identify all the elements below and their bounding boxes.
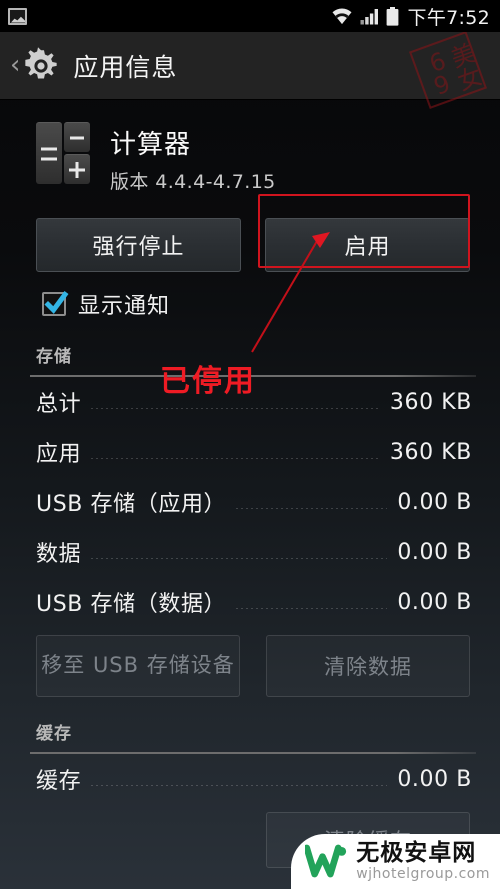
row-dots <box>91 558 388 559</box>
watermark-domain: wjhotelgroup.com <box>356 866 490 882</box>
watermark-text-block: 无极安卓网 wjhotelgroup.com <box>356 841 490 882</box>
calc-equals-key <box>36 122 62 184</box>
checkmark-icon <box>44 291 69 314</box>
page-title: 应用信息 <box>73 52 178 82</box>
app-action-buttons: 强行停止 启用 <box>0 194 500 272</box>
move-to-usb-button[interactable]: 移至 USB 存储设备 <box>36 635 240 697</box>
image-icon <box>8 7 27 25</box>
settings-gear-icon <box>21 46 61 86</box>
cache-section-title: 缓存 <box>36 724 72 744</box>
row-label: USB 存储（数据） <box>36 592 227 617</box>
back-chevron-icon[interactable]: ‹ <box>10 52 20 78</box>
action-bar[interactable]: ‹ 应用信息 6 9 美 女 <box>0 30 500 110</box>
row-value: 0.00 B <box>397 766 472 792</box>
table-row: 应用 360 KB <box>30 427 476 477</box>
app-meta: 计算器 版本 4.4.4-4.7.15 <box>110 122 276 194</box>
site-watermark: 无极安卓网 wjhotelgroup.com <box>291 833 500 889</box>
show-notifications-label: 显示通知 <box>78 294 171 319</box>
force-stop-button[interactable]: 强行停止 <box>36 218 241 272</box>
row-dots <box>236 608 388 609</box>
row-dots <box>236 508 388 509</box>
storage-section-title: 存储 <box>36 347 72 367</box>
storage-buttons: 移至 USB 存储设备 清除数据 <box>30 627 476 697</box>
svg-text:女: 女 <box>454 62 486 96</box>
row-label: 应用 <box>36 442 82 467</box>
calculator-icon <box>36 122 90 184</box>
calc-plus-key <box>64 154 90 184</box>
row-value: 0.00 B <box>397 589 472 615</box>
svg-text:美: 美 <box>447 39 479 73</box>
row-value: 360 KB <box>389 389 472 415</box>
cellular-signal-icon <box>360 9 378 25</box>
table-row: 总计 360 KB <box>30 377 476 427</box>
row-dots <box>91 408 380 409</box>
row-value: 360 KB <box>389 439 472 465</box>
wjhotelgroup-logo-icon <box>305 845 347 878</box>
table-row: USB 存储（应用） 0.00 B <box>30 477 476 527</box>
app-version: 版本 4.4.4-4.7.15 <box>110 171 276 193</box>
show-notifications-checkbox[interactable] <box>42 291 69 316</box>
table-row: 缓存 0.00 B <box>30 754 476 804</box>
phone-screen: 下午7:52 ‹ 应用信息 6 9 美 女 计算器 版本 4.4.4-4.7.1… <box>0 0 500 889</box>
app-header: 计算器 版本 4.4.4-4.7.15 <box>0 100 500 194</box>
show-notifications-row[interactable]: 显示通知 <box>0 272 500 320</box>
row-label: 数据 <box>36 542 82 567</box>
row-label: 总计 <box>36 392 82 417</box>
table-row: USB 存储（数据） 0.00 B <box>30 577 476 627</box>
svg-text:6: 6 <box>426 47 450 79</box>
row-value: 0.00 B <box>397 539 472 565</box>
svg-text:9: 9 <box>430 69 454 101</box>
app-name: 计算器 <box>110 130 192 160</box>
status-bar-system-icons: 下午7:52 <box>331 3 490 30</box>
row-value: 0.00 B <box>397 489 472 515</box>
clear-data-button[interactable]: 清除数据 <box>266 635 470 697</box>
row-label: USB 存储（应用） <box>36 492 227 517</box>
row-dots <box>91 785 388 786</box>
wifi-icon <box>332 8 352 24</box>
enable-button[interactable]: 启用 <box>265 218 470 272</box>
status-bar-notifications <box>8 7 27 25</box>
battery-icon <box>386 6 398 26</box>
calc-minus-key <box>64 122 90 152</box>
watermark-name: 无极安卓网 <box>356 839 477 866</box>
row-label: 缓存 <box>36 769 82 794</box>
status-bar-clock: 下午7:52 <box>407 6 490 29</box>
storage-section: 存储 总计 360 KB 应用 360 KB USB 存储（应用） 0.00 B… <box>0 320 500 697</box>
status-bar: 下午7:52 <box>0 0 500 32</box>
table-row: 数据 0.00 B <box>30 527 476 577</box>
row-dots <box>91 458 380 459</box>
